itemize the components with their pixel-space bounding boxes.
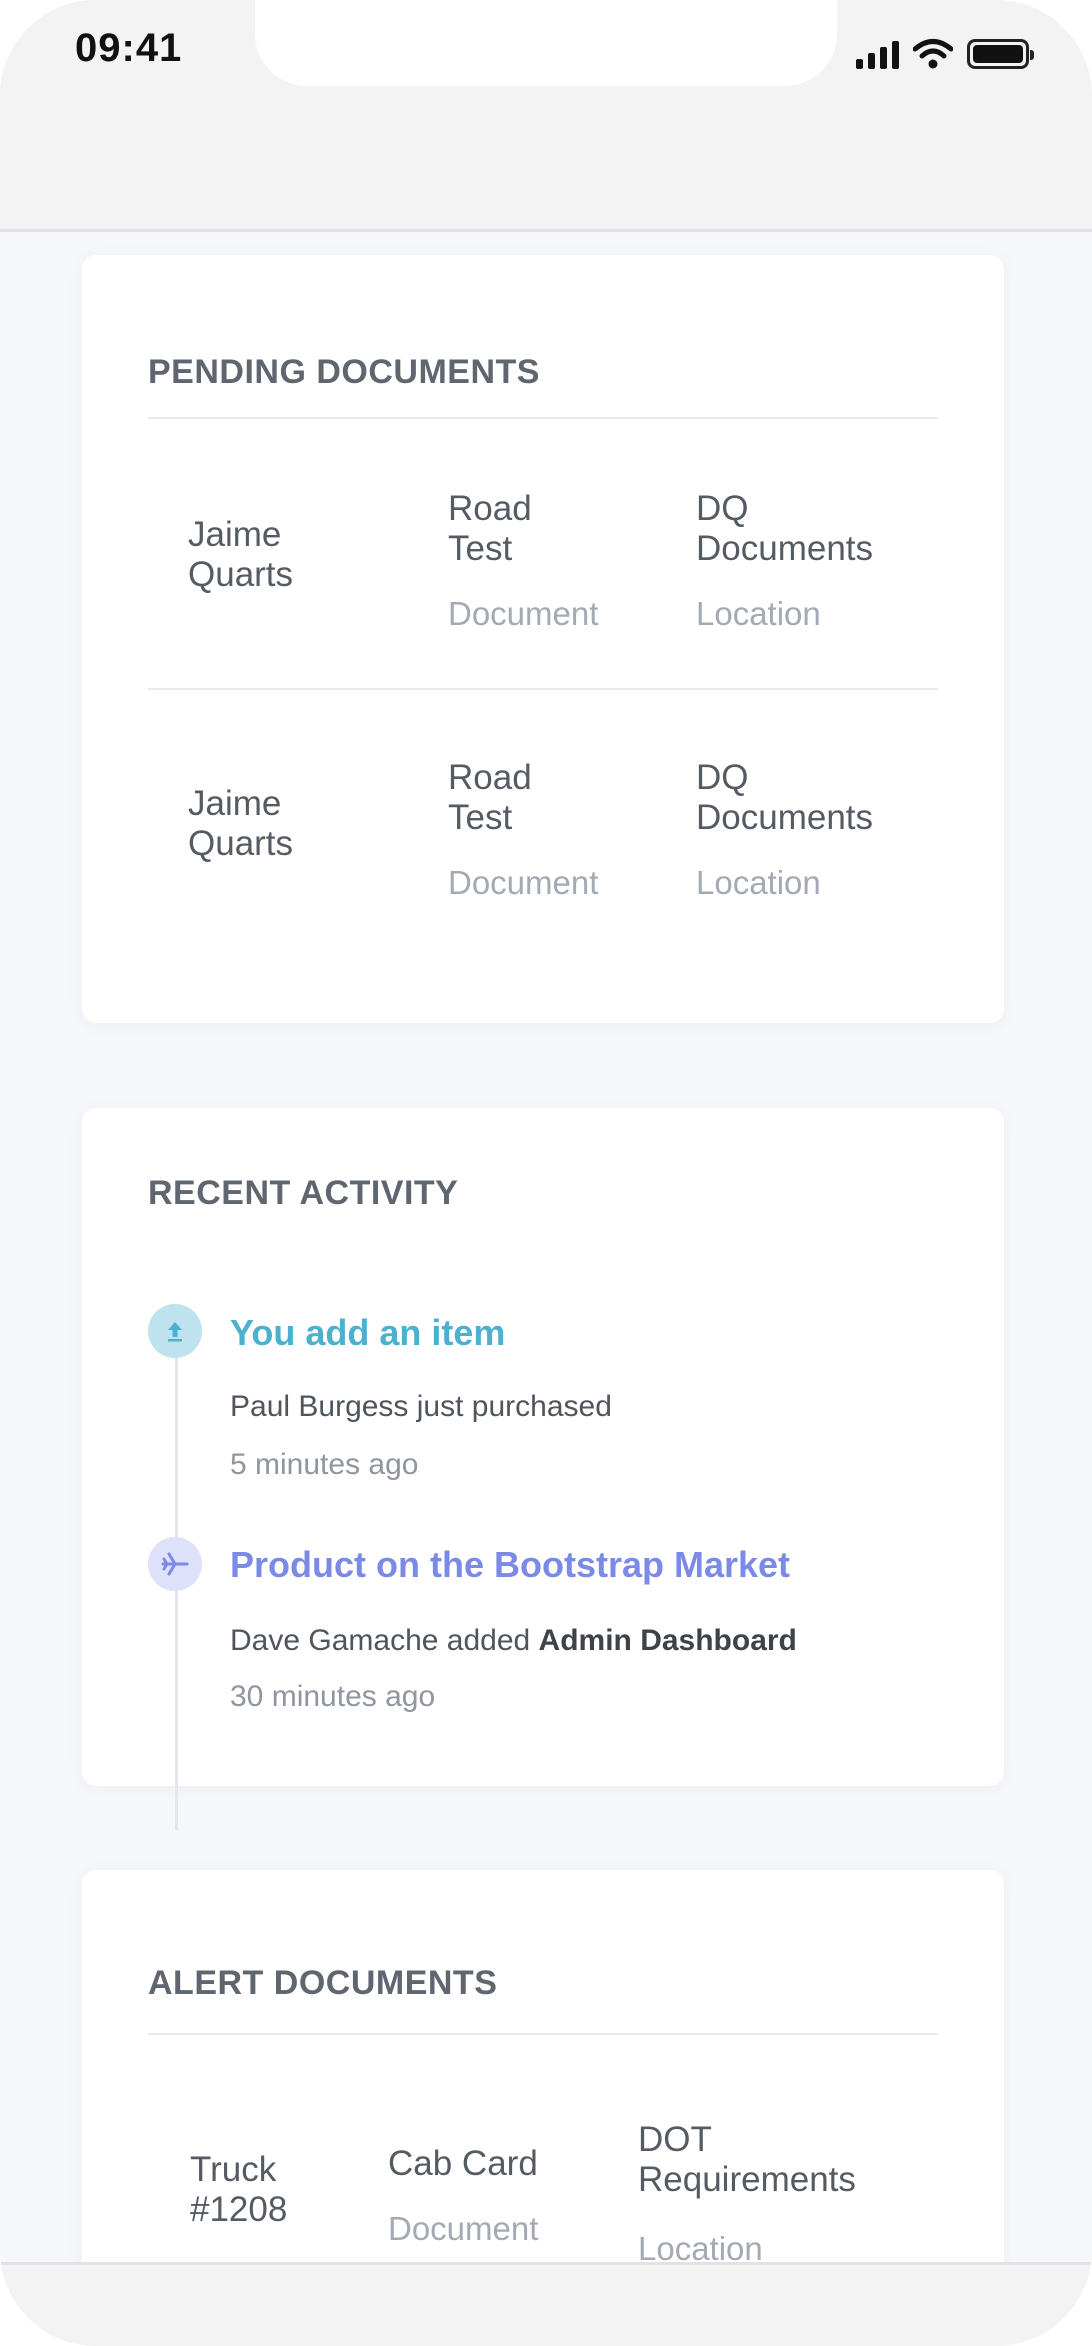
bottom-bar [0,2262,1092,2346]
alert-documents-title: ALERT DOCUMENTS [148,1964,498,2002]
document-name: Road Test [448,489,532,568]
activity-title[interactable]: You add an item [230,1312,505,1354]
document-label: Document [448,595,599,632]
divider [148,417,938,419]
location-label: Location [696,595,821,632]
location-name: DQ Documents [696,758,874,837]
activity-description: Paul Burgess just purchased [230,1390,612,1423]
document-name: Cab Card [388,2144,538,2183]
driver-name: Jaime Quarts [188,515,294,594]
notch [255,0,837,86]
signal-icon [856,39,899,69]
recent-activity-title: RECENT ACTIVITY [148,1174,459,1212]
wifi-icon [913,39,953,69]
divider [148,688,938,690]
pending-documents-title: PENDING DOCUMENTS [148,353,540,391]
document-name: Road Test [448,758,532,837]
vehicle-name: Truck #1208 [190,2150,288,2229]
status-icons [856,34,1034,74]
airplane-icon [148,1537,202,1591]
upload-icon [148,1304,202,1358]
status-time: 09:41 [75,26,183,70]
driver-name: Jaime Quarts [188,784,294,863]
phone-screen: 09:41 PENDING DOCUMENTS Jaime Quarts Road… [0,0,1092,2346]
document-label: Document [448,864,599,901]
activity-title[interactable]: Product on the Bootstrap Market [230,1544,790,1586]
activity-time: 30 minutes ago [230,1680,436,1713]
document-label: Document [388,2210,539,2247]
location-label: Location [696,864,821,901]
divider [148,2033,938,2035]
activity-description: Dave Gamache added Admin Dashboard [230,1624,797,1657]
activity-highlight: Admin Dashboard [538,1624,797,1657]
location-name: DQ Documents [696,489,874,568]
recent-activity-card: RECENT ACTIVITY You add an item Paul Bur… [82,1108,1004,1830]
activity-time: 5 minutes ago [230,1448,419,1481]
battery-icon [967,39,1034,69]
pending-documents-card: PENDING DOCUMENTS Jaime Quarts Road Test D… [82,255,1004,1023]
location-name: DOT Requirements [638,2120,856,2199]
status-bar: 09:41 [0,0,1092,232]
